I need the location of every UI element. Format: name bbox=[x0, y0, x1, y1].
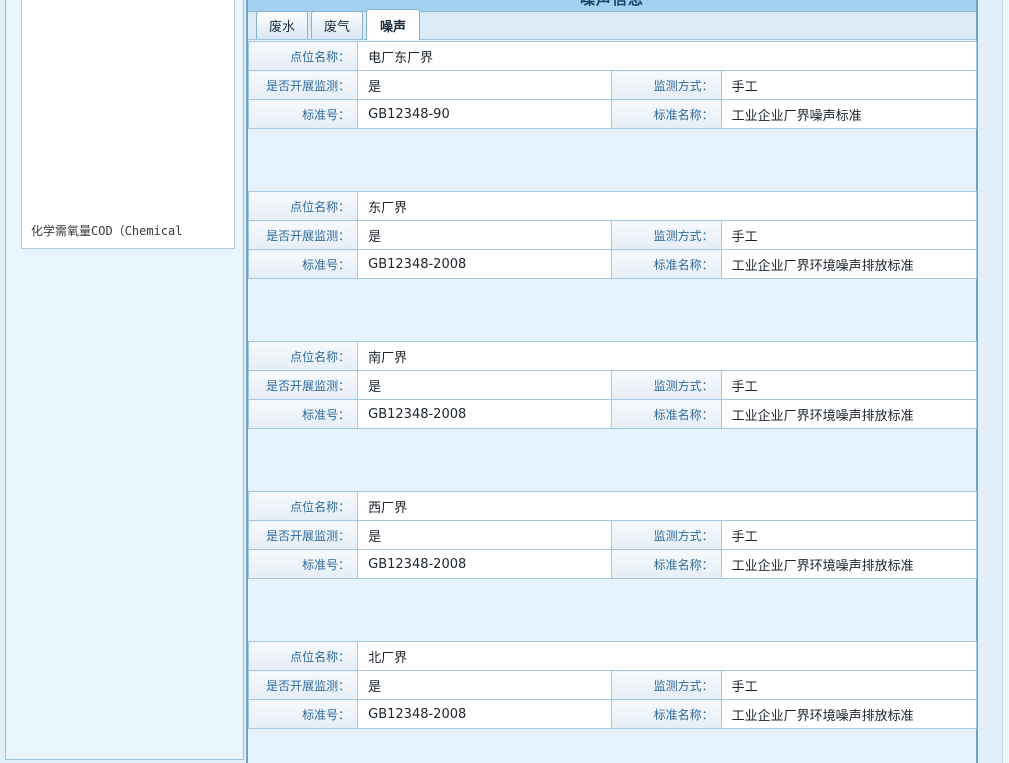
standard-no-value: GB12348-2008 bbox=[358, 700, 612, 729]
monitoring-method-label: 监测方式： bbox=[612, 371, 721, 400]
table-row: 是否开展监测： 是 监测方式： 手工 bbox=[249, 671, 977, 700]
panel-title: 噪声信息 bbox=[580, 0, 644, 11]
tab-noise[interactable]: 噪声 bbox=[366, 9, 420, 40]
table-row: 是否开展监测： 是 监测方式： 手工 bbox=[249, 521, 977, 550]
monitoring-conducted-value: 是 bbox=[358, 71, 612, 100]
standard-no-label: 标准号： bbox=[249, 100, 358, 129]
monitoring-method-label: 监测方式： bbox=[612, 671, 721, 700]
standard-no-value: GB12348-2008 bbox=[358, 250, 612, 279]
table-row: 是否开展监测： 是 监测方式： 手工 bbox=[249, 221, 977, 250]
point-name-value: 电厂东厂界 bbox=[358, 42, 977, 71]
standard-name-value: 工业企业厂界环境噪声排放标准 bbox=[721, 700, 976, 729]
main-panel: 噪声信息 废水 废气 噪声 点位名称： 电厂东厂界 是否开展监测： 是 监测方式… bbox=[246, 0, 978, 763]
sidebar-panel: 化学需氧量COD（Chemical bbox=[5, 0, 244, 760]
table-row: 点位名称： 东厂界 bbox=[249, 192, 977, 221]
table-row: 标准号： GB12348-2008 标准名称： 工业企业厂界环境噪声排放标准 bbox=[249, 550, 977, 579]
tab-strip: 废水 废气 噪声 bbox=[248, 12, 976, 40]
monitoring-conducted-label: 是否开展监测： bbox=[249, 371, 358, 400]
standard-name-label: 标准名称： bbox=[612, 550, 721, 579]
parameter-text: 化学需氧量COD（Chemical bbox=[31, 222, 182, 239]
monitoring-conducted-label: 是否开展监测： bbox=[249, 521, 358, 550]
point-name-value: 西厂界 bbox=[358, 492, 977, 521]
table-row: 标准号： GB12348-2008 标准名称： 工业企业厂界环境噪声排放标准 bbox=[249, 700, 977, 729]
parameter-box: 化学需氧量COD（Chemical bbox=[21, 0, 235, 249]
table-row: 点位名称： 北厂界 bbox=[249, 642, 977, 671]
table-row: 点位名称： 西厂界 bbox=[249, 492, 977, 521]
table-row: 点位名称： 电厂东厂界 bbox=[249, 42, 977, 71]
standard-no-value: GB12348-2008 bbox=[358, 400, 612, 429]
point-name-value: 北厂界 bbox=[358, 642, 977, 671]
monitoring-conducted-value: 是 bbox=[358, 371, 612, 400]
standard-name-label: 标准名称： bbox=[612, 400, 721, 429]
monitoring-method-value: 手工 bbox=[721, 671, 976, 700]
monitoring-conducted-label: 是否开展监测： bbox=[249, 71, 358, 100]
monitoring-method-label: 监测方式： bbox=[612, 71, 721, 100]
table-row: 标准号： GB12348-2008 标准名称： 工业企业厂界环境噪声排放标准 bbox=[249, 400, 977, 429]
right-edge-divider bbox=[1002, 0, 1009, 763]
point-name-label: 点位名称： bbox=[249, 192, 358, 221]
monitoring-conducted-label: 是否开展监测： bbox=[249, 221, 358, 250]
point-name-value: 东厂界 bbox=[358, 192, 977, 221]
monitoring-method-value: 手工 bbox=[721, 221, 976, 250]
point-info-block: 点位名称： 电厂东厂界 是否开展监测： 是 监测方式： 手工 标准号： GB12… bbox=[248, 41, 977, 129]
standard-name-value: 工业企业厂界噪声标准 bbox=[721, 100, 976, 129]
standard-name-label: 标准名称： bbox=[612, 250, 721, 279]
standard-no-label: 标准号： bbox=[249, 400, 358, 429]
standard-name-value: 工业企业厂界环境噪声排放标准 bbox=[721, 550, 976, 579]
monitoring-method-value: 手工 bbox=[721, 521, 976, 550]
point-info-block: 点位名称： 南厂界 是否开展监测： 是 监测方式： 手工 标准号： GB1234… bbox=[248, 341, 977, 429]
standard-no-label: 标准号： bbox=[249, 550, 358, 579]
monitoring-conducted-value: 是 bbox=[358, 221, 612, 250]
monitoring-method-label: 监测方式： bbox=[612, 221, 721, 250]
table-row: 是否开展监测： 是 监测方式： 手工 bbox=[249, 371, 977, 400]
point-name-label: 点位名称： bbox=[249, 492, 358, 521]
monitoring-conducted-label: 是否开展监测： bbox=[249, 671, 358, 700]
monitoring-method-value: 手工 bbox=[721, 371, 976, 400]
point-name-label: 点位名称： bbox=[249, 42, 358, 71]
monitoring-conducted-value: 是 bbox=[358, 521, 612, 550]
table-row: 是否开展监测： 是 监测方式： 手工 bbox=[249, 71, 977, 100]
point-info-block: 点位名称： 西厂界 是否开展监测： 是 监测方式： 手工 标准号： GB1234… bbox=[248, 491, 977, 579]
tab-waste-gas[interactable]: 废气 bbox=[311, 11, 363, 39]
standard-no-value: GB12348-2008 bbox=[358, 550, 612, 579]
point-name-value: 南厂界 bbox=[358, 342, 977, 371]
standard-no-label: 标准号： bbox=[249, 700, 358, 729]
standard-no-label: 标准号： bbox=[249, 250, 358, 279]
standard-name-value: 工业企业厂界环境噪声排放标准 bbox=[721, 250, 976, 279]
point-name-label: 点位名称： bbox=[249, 642, 358, 671]
point-info-block: 点位名称： 北厂界 是否开展监测： 是 监测方式： 手工 标准号： GB1234… bbox=[248, 641, 977, 729]
standard-name-label: 标准名称： bbox=[612, 100, 721, 129]
monitoring-method-value: 手工 bbox=[721, 71, 976, 100]
table-row: 标准号： GB12348-2008 标准名称： 工业企业厂界环境噪声排放标准 bbox=[249, 250, 977, 279]
tab-wastewater[interactable]: 废水 bbox=[256, 11, 308, 39]
standard-name-label: 标准名称： bbox=[612, 700, 721, 729]
point-name-label: 点位名称： bbox=[249, 342, 358, 371]
table-row: 点位名称： 南厂界 bbox=[249, 342, 977, 371]
table-row: 标准号： GB12348-90 标准名称： 工业企业厂界噪声标准 bbox=[249, 100, 977, 129]
standard-no-value: GB12348-90 bbox=[358, 100, 612, 129]
monitoring-method-label: 监测方式： bbox=[612, 521, 721, 550]
point-info-block: 点位名称： 东厂界 是否开展监测： 是 监测方式： 手工 标准号： GB1234… bbox=[248, 191, 977, 279]
standard-name-value: 工业企业厂界环境噪声排放标准 bbox=[721, 400, 976, 429]
monitoring-conducted-value: 是 bbox=[358, 671, 612, 700]
points-list: 点位名称： 电厂东厂界 是否开展监测： 是 监测方式： 手工 标准号： GB12… bbox=[248, 40, 976, 729]
